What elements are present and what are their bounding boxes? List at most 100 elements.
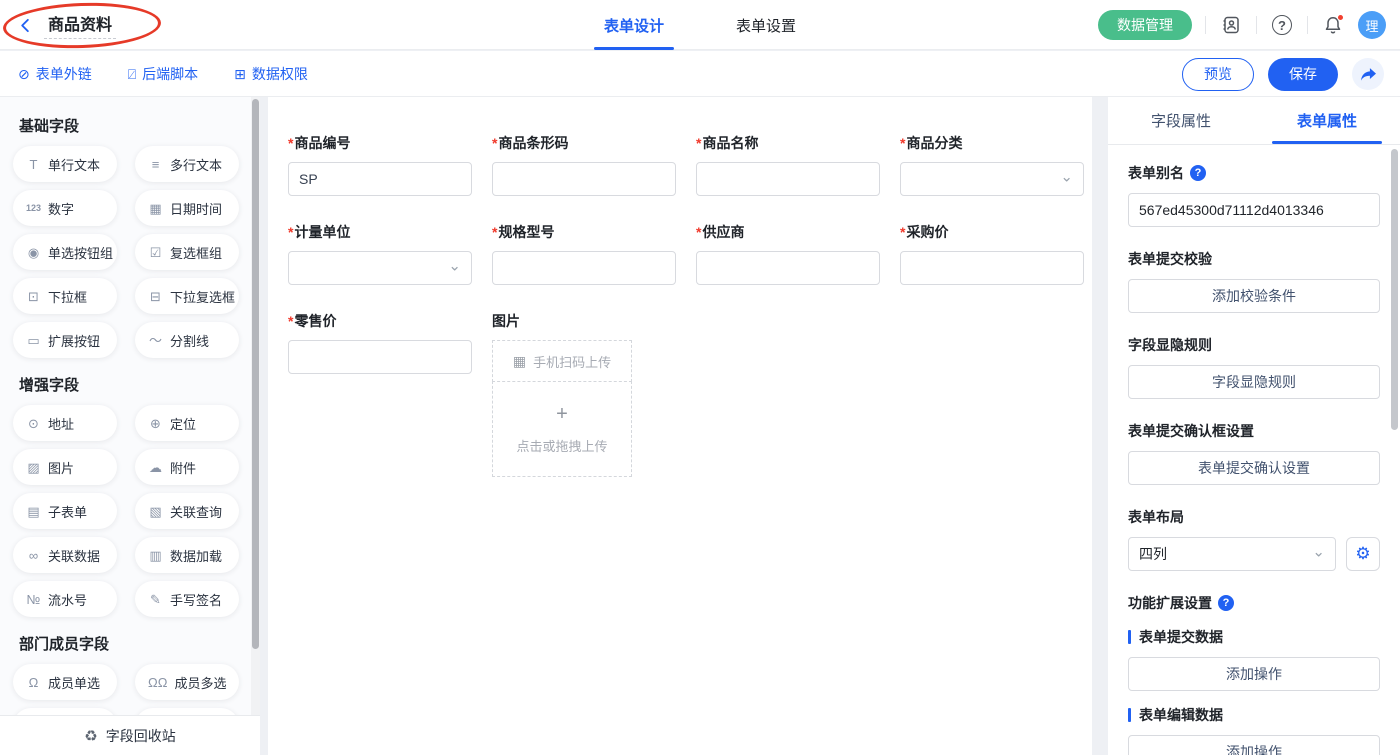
scan-upload-button[interactable]: ▦ 手机扫码上传 bbox=[492, 340, 632, 382]
submit-data-subtitle: 表单提交数据 bbox=[1128, 627, 1380, 647]
add-action-edit-button[interactable]: 添加操作 bbox=[1128, 735, 1380, 755]
form-layout-title: 表单布局 bbox=[1128, 507, 1380, 527]
qr-code-icon: ▦ bbox=[513, 353, 526, 370]
product-name-input[interactable] bbox=[696, 162, 880, 196]
form-layout-select[interactable]: 四列 ⌄ bbox=[1128, 537, 1336, 571]
subform-icon: ▤ bbox=[26, 505, 41, 518]
save-button[interactable]: 保存 bbox=[1268, 58, 1338, 91]
field-pill-data-load[interactable]: ▥数据加载 bbox=[135, 537, 239, 573]
purchase-price-input[interactable] bbox=[900, 251, 1084, 285]
header-actions: 数据管理 ? 理 bbox=[1098, 0, 1386, 50]
single-line-text-icon: T bbox=[26, 158, 41, 171]
datetime-icon: ▦ bbox=[148, 202, 163, 215]
sidebar-scrollbar-thumb[interactable] bbox=[252, 99, 259, 649]
supplier-input[interactable] bbox=[696, 251, 880, 285]
product-code-input[interactable]: SP bbox=[288, 162, 472, 196]
field-pill-address[interactable]: ⊙地址 bbox=[13, 405, 117, 441]
retail-price-input[interactable] bbox=[288, 340, 472, 374]
field-pill-divider-line[interactable]: 〜分割线 bbox=[135, 322, 239, 358]
canvas-field-spec-model[interactable]: 规格型号 bbox=[492, 222, 676, 285]
field-pill-attachment[interactable]: ☁附件 bbox=[135, 449, 239, 485]
canvas-field-purchase-price[interactable]: 采购价 bbox=[900, 222, 1084, 285]
canvas-field-product-category[interactable]: 商品分类 ⌄ bbox=[900, 133, 1084, 196]
backend-script-link[interactable]: ⍁ 后端脚本 bbox=[128, 64, 198, 84]
field-pill-subform[interactable]: ▤子表单 bbox=[13, 493, 117, 529]
field-pill-serial-number[interactable]: №流水号 bbox=[13, 581, 117, 617]
field-pill-related-data[interactable]: ∞关联数据 bbox=[13, 537, 117, 573]
related-data-icon: ∞ bbox=[26, 549, 41, 562]
group-title-member: 部门成员字段 bbox=[19, 633, 260, 654]
canvas-field-retail-price[interactable]: 零售价 bbox=[288, 311, 472, 374]
field-visibility-button[interactable]: 字段显隐规则 bbox=[1128, 365, 1380, 399]
field-pill-dropdown-multi[interactable]: ⊟下拉复选框 bbox=[135, 278, 239, 314]
canvas-field-image-upload[interactable]: 图片 ▦ 手机扫码上传 + 点击或拖拽上传 bbox=[492, 311, 676, 477]
field-pill-member-single[interactable]: Ω成员单选 bbox=[13, 664, 117, 700]
signature-icon: ✎ bbox=[148, 593, 163, 606]
product-category-select[interactable]: ⌄ bbox=[900, 162, 1084, 196]
tab-form-properties[interactable]: 表单属性 bbox=[1254, 97, 1400, 144]
edit-data-subtitle: 表单编辑数据 bbox=[1128, 705, 1380, 725]
field-pill-dropdown[interactable]: ⊡下拉框 bbox=[13, 278, 117, 314]
form-title[interactable]: 商品资料 bbox=[44, 11, 116, 39]
field-pill-related-query[interactable]: ▧关联查询 bbox=[135, 493, 239, 529]
data-permission-link[interactable]: ⊞ 数据权限 bbox=[234, 64, 308, 84]
tab-form-design[interactable]: 表单设计 bbox=[598, 0, 670, 50]
field-pill-member-multi[interactable]: ΩΩ成员多选 bbox=[135, 664, 239, 700]
field-pill-extend-button[interactable]: ▭扩展按钮 bbox=[13, 322, 117, 358]
add-action-submit-button[interactable]: 添加操作 bbox=[1128, 657, 1380, 691]
canvas-field-supplier[interactable]: 供应商 bbox=[696, 222, 880, 285]
canvas-field-barcode[interactable]: 商品条形码 bbox=[492, 133, 676, 196]
spec-model-input[interactable] bbox=[492, 251, 676, 285]
avatar[interactable]: 理 bbox=[1358, 11, 1386, 39]
form-canvas: 商品编号 SP 商品条形码 商品名称 商品分类 ⌄ 计量单位 ⌄ 规格型号 bbox=[268, 97, 1092, 755]
divider bbox=[1205, 16, 1206, 34]
serial-number-icon: № bbox=[26, 593, 41, 606]
field-pill-number[interactable]: 123数字 bbox=[13, 190, 117, 226]
notification-dot bbox=[1337, 14, 1344, 21]
field-pill-signature[interactable]: ✎手写签名 bbox=[135, 581, 239, 617]
add-validation-button[interactable]: 添加校验条件 bbox=[1128, 279, 1380, 313]
field-pill-radio-group[interactable]: ◉单选按钮组 bbox=[13, 234, 117, 270]
help-icon[interactable]: ? bbox=[1270, 13, 1294, 37]
share-icon[interactable] bbox=[1352, 58, 1384, 90]
field-pill-multi-line-text[interactable]: ≡多行文本 bbox=[135, 146, 239, 182]
back-icon[interactable] bbox=[16, 16, 34, 34]
image-icon: ▨ bbox=[26, 461, 41, 474]
dropdown-multi-icon: ⊟ bbox=[148, 290, 163, 303]
form-external-link[interactable]: ⊘ 表单外链 bbox=[18, 64, 92, 84]
submit-confirm-title: 表单提交确认框设置 bbox=[1128, 421, 1380, 441]
address-book-icon[interactable] bbox=[1219, 13, 1243, 37]
form-alias-input[interactable]: 567ed45300d71112d4013346 bbox=[1128, 193, 1380, 227]
field-pill-checkbox-group[interactable]: ☑复选框组 bbox=[135, 234, 239, 270]
field-pill-single-line-text[interactable]: T单行文本 bbox=[13, 146, 117, 182]
radio-group-icon: ◉ bbox=[26, 246, 41, 259]
tab-form-settings[interactable]: 表单设置 bbox=[730, 0, 802, 50]
data-manage-button[interactable]: 数据管理 bbox=[1098, 10, 1192, 40]
barcode-input[interactable] bbox=[492, 162, 676, 196]
properties-panel: 字段属性 表单属性 表单别名 ? 567ed45300d71112d401334… bbox=[1108, 97, 1400, 755]
divider bbox=[1307, 16, 1308, 34]
gear-icon[interactable]: ⚙ bbox=[1346, 537, 1380, 571]
canvas-field-product-code[interactable]: 商品编号 SP bbox=[288, 133, 472, 196]
canvas-field-unit[interactable]: 计量单位 ⌄ bbox=[288, 222, 472, 285]
field-pill-locate[interactable]: ⊕定位 bbox=[135, 405, 239, 441]
submit-confirm-button[interactable]: 表单提交确认设置 bbox=[1128, 451, 1380, 485]
checkbox-group-icon: ☑ bbox=[148, 246, 163, 259]
attachment-icon: ☁ bbox=[148, 461, 163, 474]
form-toolbar: ⊘ 表单外链 ⍁ 后端脚本 ⊞ 数据权限 预览 保存 bbox=[0, 51, 1400, 97]
field-pill-datetime[interactable]: ▦日期时间 bbox=[135, 190, 239, 226]
field-recycle-bin[interactable]: ♻ 字段回收站 bbox=[0, 715, 260, 755]
preview-button[interactable]: 预览 bbox=[1182, 58, 1254, 91]
upload-dropzone[interactable]: + 点击或拖拽上传 bbox=[492, 381, 632, 477]
panel-scrollbar-thumb[interactable] bbox=[1391, 149, 1398, 430]
help-badge-icon[interactable]: ? bbox=[1218, 595, 1234, 611]
tab-field-properties[interactable]: 字段属性 bbox=[1108, 97, 1254, 144]
field-pill-image[interactable]: ▨图片 bbox=[13, 449, 117, 485]
form-designer-app: 商品资料 表单设计 表单设置 数据管理 ? bbox=[0, 0, 1400, 755]
unit-select[interactable]: ⌄ bbox=[288, 251, 472, 285]
bell-icon[interactable] bbox=[1321, 13, 1345, 37]
help-badge-icon[interactable]: ? bbox=[1190, 165, 1206, 181]
data-permission-icon: ⊞ bbox=[234, 67, 246, 81]
canvas-field-product-name[interactable]: 商品名称 bbox=[696, 133, 880, 196]
top-bar: 商品资料 表单设计 表单设置 数据管理 ? bbox=[0, 0, 1400, 50]
